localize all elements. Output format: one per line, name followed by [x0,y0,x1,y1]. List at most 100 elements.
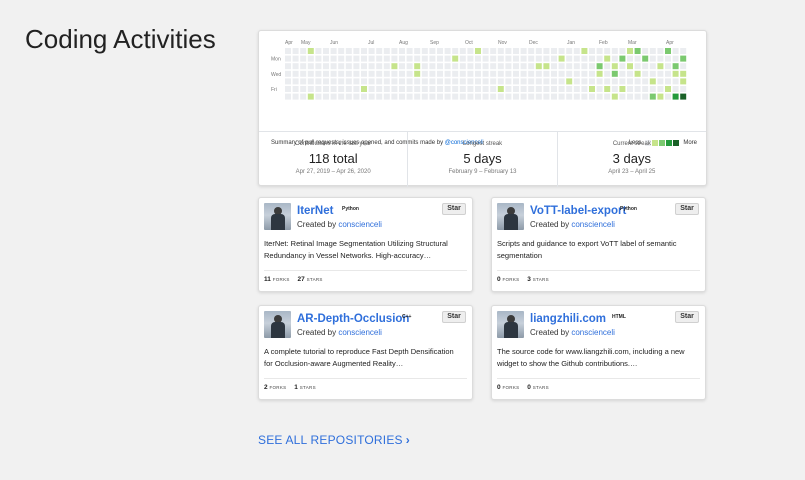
stat-range: Apr 27, 2019 – Apr 26, 2020 [295,169,371,175]
contribution-day-cell [429,78,436,85]
contribution-day-cell [657,63,664,70]
contribution-day-cell [323,70,329,77]
forks-count: 11 [264,276,271,283]
star-button[interactable]: Star [442,311,466,323]
contribution-day-cell [513,63,519,70]
contribution-day-cell [672,78,679,85]
contribution-day-cell [285,86,291,92]
month-label: Sep [430,40,439,46]
contribution-day-cell [573,48,580,54]
contribution-day-cell [323,55,329,62]
contribution-day-cell [345,70,352,77]
contribution-day-cell [596,48,603,54]
contribution-day-cell [528,78,535,85]
contribution-day-cell [520,93,527,100]
star-button[interactable]: Star [442,203,466,215]
contribution-day-cell [535,48,542,54]
contribution-day-cell [429,86,436,92]
repo-created-by: Created by conscienceli [297,328,382,337]
contribution-day-cell [437,70,443,77]
month-label: Dec [529,40,538,46]
repo-name-link[interactable]: VoTT-label-export [530,205,626,217]
contribution-day-cell [292,78,299,85]
contribution-day-cell [573,70,580,77]
contribution-day-cell [315,86,322,92]
repo-name-link[interactable]: AR-Depth-Occlusion [297,313,409,325]
contribution-day-cell [490,55,497,62]
contribution-day-cell [657,86,664,92]
contribution-day-cell [558,48,565,54]
star-button[interactable]: Star [675,311,699,323]
contribution-day-cell [361,86,367,92]
month-label: Jun [330,40,338,46]
contribution-day-cell [573,93,580,100]
forks-label: FORKS [502,277,520,282]
author-link[interactable]: conscienceli [571,328,615,337]
contribution-day-cell [406,93,413,100]
contribution-day-cell [368,70,375,77]
contribution-day-cell [505,93,512,100]
contribution-day-cell [497,63,504,70]
contribution-day-cell [581,63,588,70]
contribution-day-cell [657,78,664,85]
contribution-day-cell [361,93,367,100]
contribution-day-cell [452,55,459,62]
stat-value: 3 days [612,151,651,166]
contribution-day-cell [300,48,307,54]
contribution-day-cell [634,48,641,54]
contribution-day-cell [376,93,383,100]
contribution-day-cell [300,86,307,92]
author-link[interactable]: conscienceli [338,220,382,229]
contribution-day-cell [429,55,436,62]
contribution-day-cell [665,86,671,92]
contribution-day-cell [657,55,664,62]
contribution-day-cell [581,78,588,85]
contribution-day-cell [627,78,633,85]
repo-name-link[interactable]: liangzhili.com [530,313,606,325]
author-link[interactable]: conscienceli [338,328,382,337]
contribution-day-cell [589,93,595,100]
contribution-day-cell [444,63,451,70]
created-label: Created by [297,328,339,337]
stat-value: 5 days [463,151,502,166]
star-button[interactable]: Star [675,203,699,215]
contribution-day-cell [391,55,398,62]
contribution-day-cell [414,78,421,85]
created-label: Created by [530,220,572,229]
repo-created-by: Created by conscienceli [297,220,382,229]
contribution-day-cell [330,63,337,70]
contribution-day-cell [338,55,345,62]
chevron-right-icon: › [405,433,410,447]
contribution-day-cell [399,70,405,77]
repo-name-link[interactable]: IterNet [297,205,333,217]
contribution-day-cell [680,86,687,92]
contribution-day-cell [551,55,557,62]
contribution-day-cell [482,63,489,70]
contribution-day-cell [520,48,527,54]
contribution-day-cell [505,70,512,77]
contribution-day-cell [497,48,504,54]
see-all-repositories-link[interactable]: SEE ALL REPOSITORIES › [258,433,410,447]
contribution-day-cell [383,86,390,92]
author-link[interactable]: conscienceli [571,220,615,229]
contribution-day-cell [497,78,504,85]
contribution-day-cell [437,55,443,62]
stars-label: STARS [306,277,323,282]
contribution-day-cell [323,78,329,85]
contribution-day-cell [338,86,345,92]
contribution-day-cell [345,55,352,62]
contribution-day-cell [345,48,352,54]
contribution-day-cell [513,86,519,92]
contribution-day-cell [383,48,390,54]
contribution-day-cell [338,63,345,70]
contribution-day-cell [285,93,291,100]
contribution-day-cell [361,70,367,77]
contribution-day-cell [490,86,497,92]
contribution-day-cell [467,55,474,62]
contribution-day-cell [383,63,390,70]
contribution-day-cell [406,55,413,62]
contribution-day-cell [475,63,481,70]
contribution-day-cell [566,78,573,85]
contribution-day-cell [611,70,618,77]
contribution-day-cell [604,55,611,62]
